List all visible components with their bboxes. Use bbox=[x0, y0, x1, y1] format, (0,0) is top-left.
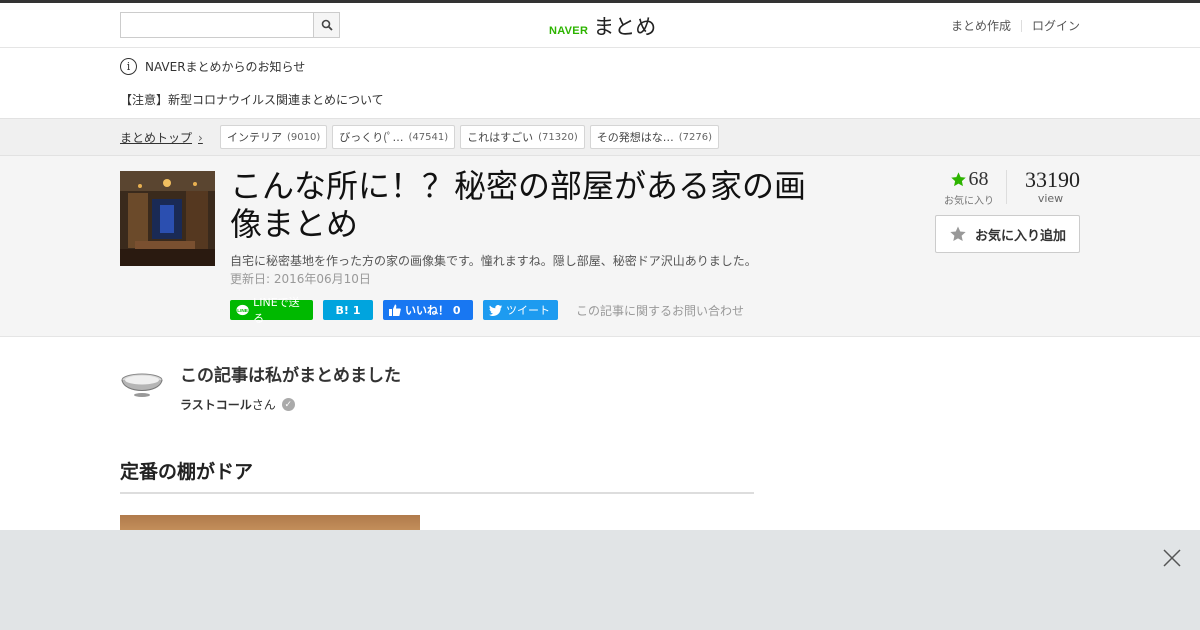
close-ad-button[interactable] bbox=[1162, 548, 1182, 568]
author-name: ラストコール bbox=[180, 398, 252, 412]
star-icon bbox=[950, 172, 966, 187]
site-logo[interactable]: NAVER まとめ bbox=[549, 11, 656, 41]
thumbs-up-icon bbox=[389, 304, 401, 316]
header-links: まとめ作成 ログイン bbox=[951, 17, 1080, 34]
breadcrumb-top-link[interactable]: まとめトップ › bbox=[120, 129, 203, 146]
hatena-count: 1 bbox=[352, 303, 361, 317]
create-matome-link[interactable]: まとめ作成 bbox=[951, 17, 1011, 34]
twitter-tweet-button[interactable]: ツイート bbox=[483, 300, 558, 320]
tag-label: これはすごい bbox=[467, 131, 534, 144]
tag-label: その発想はな… bbox=[596, 131, 674, 144]
tag-item[interactable]: これはすごい (71320) bbox=[460, 125, 585, 149]
search-input[interactable] bbox=[121, 13, 313, 37]
twitter-bird-icon bbox=[489, 304, 502, 316]
star-outline-icon bbox=[950, 226, 966, 242]
author-name-row[interactable]: ラストコールさん ✓ bbox=[180, 396, 401, 413]
tag-count: (71320) bbox=[538, 131, 578, 143]
line-share-label: LINEで送る bbox=[253, 296, 300, 325]
article-inquiry-link[interactable]: この記事に関するお問い合わせ bbox=[576, 302, 744, 319]
line-share-button[interactable]: LINE LINEで送る bbox=[230, 296, 313, 325]
matome-logo-text: まとめ bbox=[593, 15, 657, 39]
article-header: こんな所に！？秘密の部屋がある家の画像まとめ 自宅に秘密基地を作った方の家の画像… bbox=[0, 156, 1200, 337]
favorite-label: お気に入り bbox=[944, 196, 994, 207]
author-heading: この記事は私がまとめました bbox=[180, 366, 401, 386]
article-thumbnail[interactable] bbox=[120, 171, 215, 266]
verified-check-icon: ✓ bbox=[281, 398, 295, 411]
site-header: NAVER まとめ まとめ作成 ログイン bbox=[0, 3, 1200, 48]
tag-label: びっくり(ﾟ… bbox=[339, 131, 404, 144]
breadcrumb: まとめトップ › インテリア (9010) びっくり(ﾟ… (47541) これはす… bbox=[0, 118, 1200, 156]
bowl-avatar-image bbox=[121, 373, 163, 397]
notice-banner[interactable]: i NAVERまとめからのお知らせ bbox=[120, 58, 305, 75]
article-title: こんな所に！？秘密の部屋がある家の画像まとめ bbox=[230, 167, 807, 243]
info-icon: i bbox=[120, 58, 137, 75]
search-box bbox=[120, 12, 340, 38]
add-favorite-label: お気に入り追加 bbox=[974, 228, 1066, 244]
view-label: view bbox=[1037, 192, 1064, 205]
ad-overlay bbox=[0, 530, 1200, 630]
view-stat: 33190 view bbox=[1007, 167, 1080, 206]
author-box: この記事は私がまとめました ラストコールさん ✓ bbox=[120, 360, 401, 413]
facebook-like-label: いいね！ 0 bbox=[405, 304, 461, 317]
chevron-right-icon: › bbox=[198, 130, 203, 145]
tag-item[interactable]: びっくり(ﾟ… (47541) bbox=[332, 125, 456, 149]
author-info: この記事は私がまとめました ラストコールさん ✓ bbox=[180, 360, 401, 413]
favorite-count: 68 bbox=[968, 168, 989, 190]
section-heading: 定番の棚がドア bbox=[120, 457, 754, 494]
tag-item[interactable]: インテリア (9010) bbox=[220, 125, 328, 149]
facebook-like-button[interactable]: いいね！ 0 bbox=[383, 300, 473, 320]
tweet-label: ツイート bbox=[506, 304, 550, 317]
tag-count: (9010) bbox=[287, 131, 321, 143]
tag-label: インテリア bbox=[227, 131, 282, 144]
favorite-stat: 68 お気に入り bbox=[940, 168, 1006, 207]
article-stats: 68 お気に入り 33190 view bbox=[940, 167, 1080, 208]
divider bbox=[1020, 19, 1022, 32]
article-updated-date: 更新日: 2016年06月10日 bbox=[230, 272, 371, 286]
notice-link[interactable]: 【注意】新型コロナウイルス関連まとめについて bbox=[120, 91, 384, 108]
tag-count: (7276) bbox=[678, 131, 712, 143]
room-thumbnail-image bbox=[120, 171, 215, 266]
view-count: 33190 bbox=[1025, 167, 1080, 192]
tag-list: インテリア (9010) びっくり(ﾟ… (47541) これはすごい (71320)… bbox=[220, 125, 719, 149]
svg-text:LINE: LINE bbox=[237, 308, 248, 313]
hatena-icon: B! bbox=[335, 303, 349, 317]
tag-count: (47541) bbox=[408, 131, 449, 143]
login-link[interactable]: ログイン bbox=[1032, 17, 1080, 34]
close-icon bbox=[1163, 549, 1181, 567]
search-button[interactable] bbox=[313, 13, 339, 37]
line-icon: LINE bbox=[236, 304, 249, 315]
article-description: 自宅に秘密基地を作った方の家の画像集です。憧れますね。隠し部屋、秘密ドア沢山あり… bbox=[230, 254, 757, 268]
share-buttons: LINE LINEで送る B! 1 いいね！ 0 ツイート この記事に関するお問… bbox=[230, 296, 744, 325]
hatena-bookmark-button[interactable]: B! 1 bbox=[323, 300, 373, 320]
naver-logo-text: NAVER bbox=[549, 25, 589, 37]
notice-title: NAVERまとめからのお知らせ bbox=[145, 60, 306, 74]
avatar[interactable] bbox=[120, 360, 164, 410]
tag-item[interactable]: その発想はな… (7276) bbox=[589, 125, 719, 149]
add-favorite-button[interactable]: お気に入り追加 bbox=[935, 215, 1080, 253]
author-suffix: さん bbox=[251, 398, 276, 412]
search-icon bbox=[321, 19, 333, 31]
breadcrumb-top-label: まとめトップ bbox=[120, 131, 193, 145]
